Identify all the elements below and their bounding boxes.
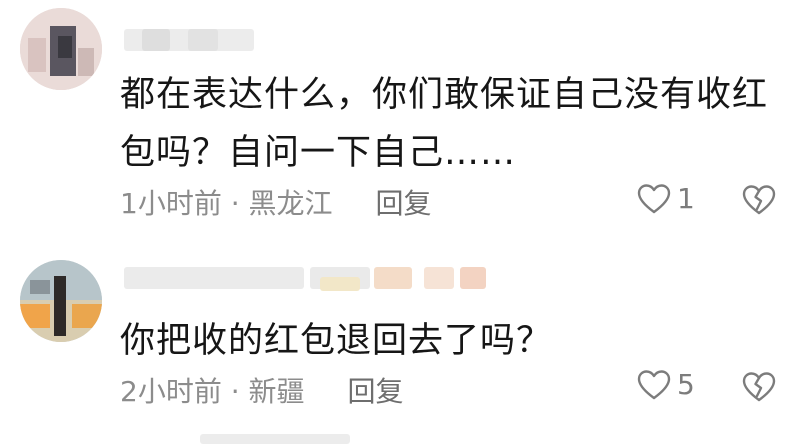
like-count: 5 xyxy=(677,368,695,401)
comment-time: 2小时前 xyxy=(120,375,222,408)
dislike-button[interactable] xyxy=(742,184,776,220)
avatar[interactable] xyxy=(20,8,102,90)
username-blurred[interactable] xyxy=(124,263,494,293)
username-blurred[interactable] xyxy=(124,25,254,55)
comment-text: 你把收的红包退回去了吗？ xyxy=(120,321,553,361)
like-count: 1 xyxy=(677,182,695,215)
meta-separator: · xyxy=(230,375,240,408)
comment-location: 新疆 xyxy=(248,375,305,408)
meta-separator: · xyxy=(230,187,240,220)
like-button[interactable]: 5 xyxy=(637,368,695,401)
like-button[interactable]: 1 xyxy=(637,182,695,215)
avatar[interactable] xyxy=(20,260,102,342)
broken-heart-icon xyxy=(742,185,776,215)
broken-heart-icon xyxy=(742,372,776,402)
next-comment-blurred xyxy=(200,434,350,444)
reply-button[interactable]: 回复 xyxy=(375,187,431,220)
comment-text: 都在表达什么，你们敢保证自己没有收红包吗？自问一下自己…… xyxy=(120,75,769,173)
comment-item: 都在表达什么，你们敢保证自己没有收红包吗？自问一下自己…… 1小时前 · 黑龙江… xyxy=(0,0,795,232)
comment-meta: 1小时前 · 黑龙江 回复 xyxy=(120,182,431,222)
comment-meta: 2小时前 · 新疆 回复 xyxy=(120,370,403,410)
heart-outline-icon xyxy=(637,369,671,399)
reply-button[interactable]: 回复 xyxy=(347,375,403,408)
comment-item: 你把收的红包退回去了吗？ 2小时前 · 新疆 回复 5 xyxy=(0,238,795,444)
dislike-button[interactable] xyxy=(742,371,776,407)
comment-time: 1小时前 xyxy=(120,187,222,220)
comment-location: 黑龙江 xyxy=(248,187,333,220)
heart-outline-icon xyxy=(637,183,671,213)
